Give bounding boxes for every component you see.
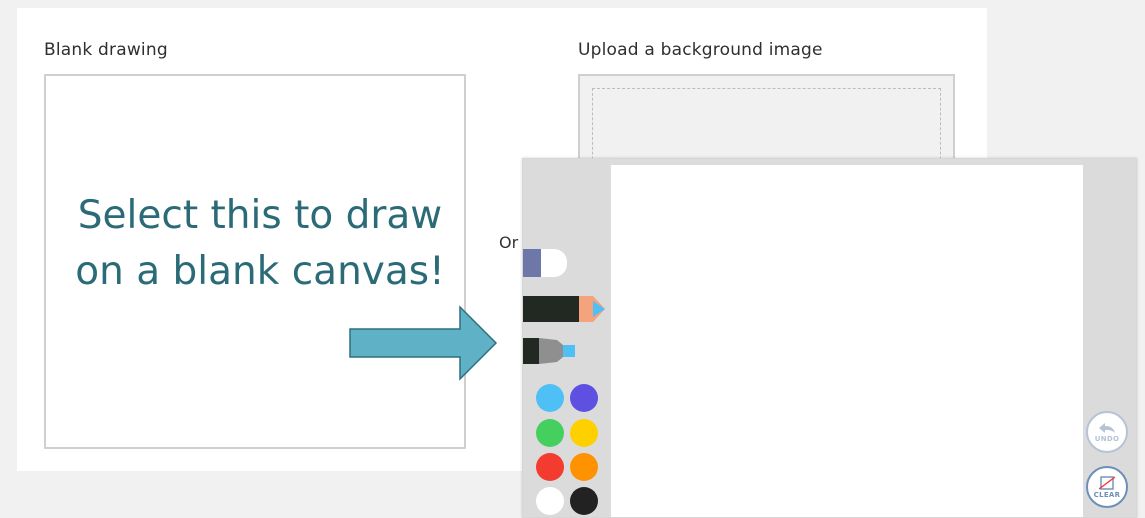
color-swatch-green[interactable] bbox=[536, 419, 564, 447]
undo-arrow-icon bbox=[1099, 422, 1115, 433]
eraser-icon[interactable] bbox=[523, 247, 573, 279]
pencil-icon[interactable] bbox=[523, 295, 607, 323]
or-separator-label: Or bbox=[499, 233, 519, 252]
callout-arrow-icon bbox=[349, 305, 498, 381]
color-swatch-yellow[interactable] bbox=[570, 419, 598, 447]
callout-line-1: Select this to draw bbox=[77, 193, 443, 238]
callout-line-2: on a blank canvas! bbox=[75, 249, 445, 294]
marker-icon[interactable] bbox=[523, 337, 579, 365]
drawing-side-panel bbox=[1083, 159, 1136, 517]
color-swatch-purple[interactable] bbox=[570, 384, 598, 412]
color-swatch-orange[interactable] bbox=[570, 453, 598, 481]
clear-canvas-icon bbox=[1099, 475, 1115, 490]
blank-drawing-label: Blank drawing bbox=[44, 40, 168, 60]
drawing-window: UNDO CLEAR bbox=[522, 158, 1137, 518]
color-swatch-black[interactable] bbox=[570, 487, 598, 515]
undo-label: UNDO bbox=[1094, 434, 1120, 443]
callout-annotation: Select this to draw on a blank canvas! bbox=[60, 188, 460, 300]
clear-label: CLEAR bbox=[1093, 490, 1121, 499]
clear-button[interactable]: CLEAR bbox=[1086, 466, 1128, 508]
drawing-canvas[interactable] bbox=[611, 165, 1083, 517]
upload-background-label: Upload a background image bbox=[578, 40, 823, 60]
undo-button[interactable]: UNDO bbox=[1086, 411, 1128, 453]
color-swatch-white[interactable] bbox=[536, 487, 564, 515]
color-swatch-red[interactable] bbox=[536, 453, 564, 481]
color-swatch-light-blue[interactable] bbox=[536, 384, 564, 412]
